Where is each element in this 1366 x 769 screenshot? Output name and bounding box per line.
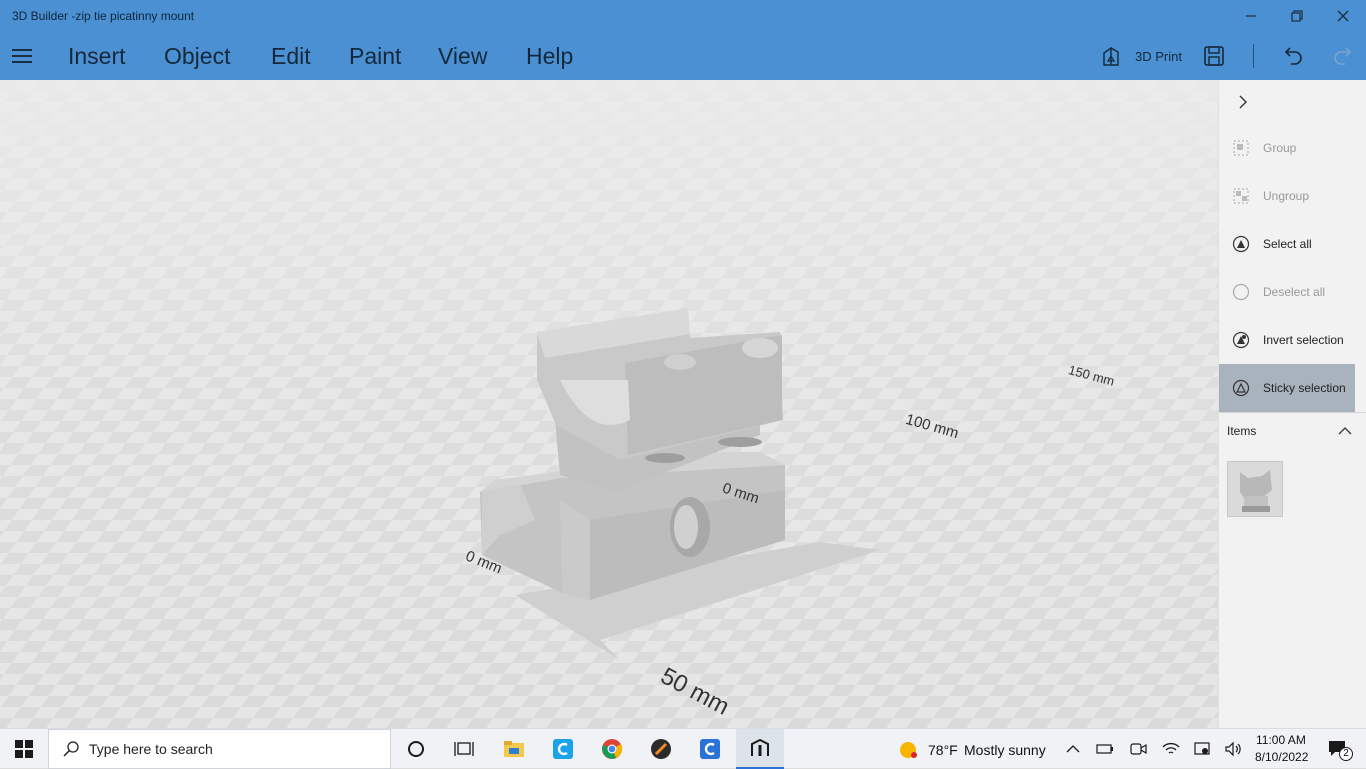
- file-explorer-icon: [504, 741, 524, 757]
- menu-insert[interactable]: Insert: [68, 43, 126, 70]
- group-button[interactable]: Group: [1219, 124, 1366, 172]
- file-explorer-button[interactable]: [495, 729, 533, 769]
- camera-icon: [1130, 743, 1147, 755]
- deselect-all-icon: [1232, 283, 1250, 301]
- sticky-selection-icon: [1232, 379, 1250, 397]
- meet-now-button[interactable]: [1127, 729, 1149, 769]
- window-title: 3D Builder -zip tie picatinny mount: [12, 9, 195, 23]
- windows-logo-icon: [15, 740, 33, 758]
- restore-icon: [1291, 10, 1303, 22]
- undo-icon: [1284, 47, 1302, 65]
- network-button[interactable]: [1160, 729, 1182, 769]
- hamburger-menu-icon[interactable]: [12, 49, 32, 63]
- invert-selection-icon: [1232, 331, 1250, 349]
- battery-icon: [1096, 744, 1113, 754]
- weather-widget[interactable]: [893, 729, 923, 769]
- speaker-icon: [1225, 741, 1241, 757]
- app-slash-button[interactable]: [642, 729, 680, 769]
- menu-object[interactable]: Object: [164, 43, 230, 70]
- app-c2-button[interactable]: [691, 729, 729, 769]
- select-all-icon: [1232, 235, 1250, 253]
- chrome-icon: [602, 739, 623, 759]
- weather-temperature: 78°F: [928, 742, 958, 758]
- chrome-button[interactable]: [593, 729, 631, 769]
- select-all-label: Select all: [1263, 237, 1312, 251]
- taskbar-search-box[interactable]: Type here to search: [48, 729, 391, 769]
- minimize-icon: [1246, 15, 1256, 17]
- notifications-button[interactable]: 2: [1320, 729, 1356, 769]
- chevron-right-icon: [1239, 95, 1247, 109]
- menu-help[interactable]: Help: [526, 43, 573, 70]
- item-thumbnail[interactable]: [1227, 461, 1283, 517]
- notification-count-badge: 2: [1339, 747, 1353, 761]
- 3d-print-button[interactable]: 3D Print: [1100, 41, 1182, 71]
- group-icon: [1232, 139, 1250, 157]
- 3d-print-icon: [1103, 46, 1119, 66]
- ungroup-label: Ungroup: [1263, 189, 1310, 203]
- app-slash-icon: [651, 739, 671, 759]
- task-view-icon: [454, 742, 474, 756]
- close-icon: [1337, 10, 1349, 22]
- 3d-builder-icon: [751, 738, 769, 756]
- taskbar: Type here to search 78°F Mostly sunny 11…: [0, 728, 1366, 769]
- restore-button[interactable]: [1274, 0, 1320, 32]
- volume-button[interactable]: [1222, 729, 1244, 769]
- clock-date[interactable]: 8/10/2022: [1255, 750, 1308, 764]
- redo-button[interactable]: [1331, 41, 1353, 71]
- save-icon: [1204, 46, 1224, 66]
- sunny-weather-icon: [900, 742, 917, 758]
- model-thumbnail-icon: [1240, 470, 1272, 512]
- task-view-button[interactable]: [446, 729, 482, 769]
- app-c2-icon: [700, 739, 720, 759]
- chevron-up-icon: [1066, 745, 1080, 753]
- search-placeholder: Type here to search: [89, 741, 213, 757]
- app-c-icon: [553, 739, 573, 759]
- items-label: Items: [1227, 424, 1257, 438]
- redo-icon: [1334, 47, 1352, 65]
- save-button[interactable]: [1203, 41, 1225, 71]
- ungroup-button[interactable]: Ungroup: [1219, 172, 1366, 220]
- 3d-print-label: 3D Print: [1135, 48, 1182, 64]
- deselect-all-label: Deselect all: [1263, 285, 1326, 299]
- toolbar-divider: [1253, 44, 1254, 68]
- show-hidden-icons-button[interactable]: [1062, 729, 1084, 769]
- cortana-icon: [408, 741, 424, 757]
- invert-selection-button[interactable]: Invert selection: [1219, 316, 1366, 364]
- device-icon: [1194, 742, 1210, 755]
- app-c-button[interactable]: [544, 729, 582, 769]
- minimize-button[interactable]: [1228, 0, 1274, 32]
- menu-paint[interactable]: Paint: [349, 43, 401, 70]
- menu-edit[interactable]: Edit: [271, 43, 311, 70]
- search-icon: [63, 741, 79, 757]
- battery-tray-button[interactable]: [1094, 729, 1116, 769]
- title-bar: 3D Builder -zip tie picatinny mount: [0, 0, 1366, 32]
- clock-time[interactable]: 11:00 AM: [1256, 733, 1306, 747]
- invert-selection-label: Invert selection: [1263, 333, 1344, 347]
- undo-button[interactable]: [1283, 41, 1305, 71]
- sticky-selection-label: Sticky selection: [1263, 381, 1346, 395]
- group-label: Group: [1263, 141, 1297, 155]
- cortana-button[interactable]: [398, 729, 434, 769]
- wifi-icon: [1162, 742, 1180, 754]
- collapse-panel-button[interactable]: [1235, 94, 1251, 110]
- build-plate-grid: [0, 80, 1218, 728]
- close-button[interactable]: [1320, 0, 1366, 32]
- 3d-viewport[interactable]: 0 mm 50 mm 0 mm 100 mm 150 mm: [0, 80, 1218, 728]
- ungroup-icon: [1232, 187, 1250, 205]
- device-tray-button[interactable]: [1191, 729, 1213, 769]
- menu-bar: Insert Object Edit Paint View Help 3D Pr…: [0, 32, 1366, 80]
- start-button[interactable]: [0, 729, 48, 769]
- sticky-selection-button[interactable]: Sticky selection: [1219, 364, 1355, 412]
- items-section-header[interactable]: Items: [1219, 412, 1366, 448]
- menu-view[interactable]: View: [438, 43, 487, 70]
- select-all-button[interactable]: Select all: [1219, 220, 1366, 268]
- weather-condition: Mostly sunny: [964, 742, 1046, 758]
- chevron-up-icon: [1338, 427, 1352, 435]
- 3d-builder-taskbar-button[interactable]: [736, 729, 784, 769]
- deselect-all-button[interactable]: Deselect all: [1219, 268, 1366, 316]
- selection-panel: Group Ungroup Select all Deselect all In…: [1218, 80, 1366, 728]
